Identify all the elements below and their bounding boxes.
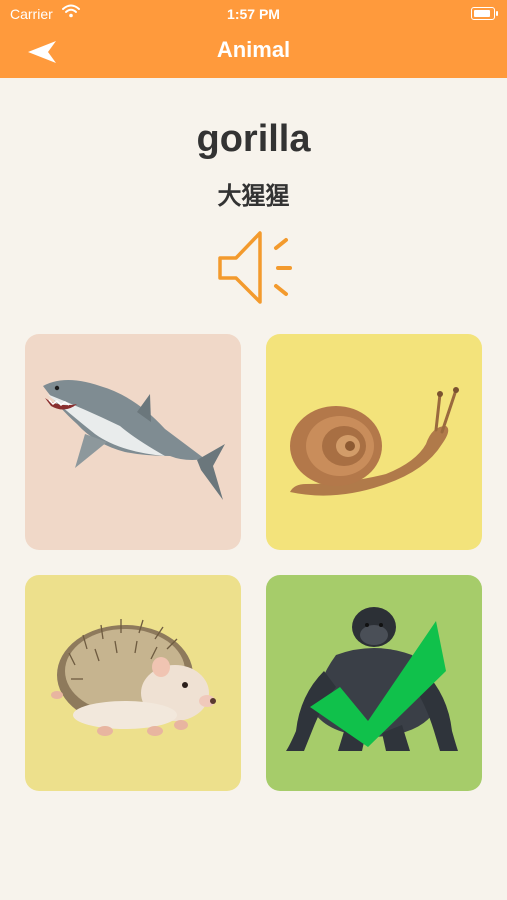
- shark-image: [43, 380, 225, 500]
- hedgehog-image: [51, 619, 216, 736]
- page-title: Animal: [216, 37, 291, 62]
- navigation-bar: Carrier 1:57 PM Animal: [0, 0, 507, 78]
- play-sound-button[interactable]: [214, 228, 296, 308]
- checkmark-icon: [310, 621, 446, 747]
- snail-image: [290, 387, 459, 496]
- answer-card-gorilla[interactable]: [266, 575, 482, 791]
- battery-icon: [471, 7, 498, 20]
- status-time: 1:57 PM: [227, 6, 280, 22]
- answer-card-snail[interactable]: [266, 334, 482, 550]
- status-bar: Carrier 1:57 PM: [0, 0, 507, 28]
- english-word: gorilla: [196, 118, 311, 160]
- speaker-icon: [218, 231, 292, 304]
- answer-card-hedgehog[interactable]: [25, 575, 241, 791]
- answer-card-shark[interactable]: [25, 334, 241, 550]
- chinese-translation: 大猩猩: [217, 183, 290, 210]
